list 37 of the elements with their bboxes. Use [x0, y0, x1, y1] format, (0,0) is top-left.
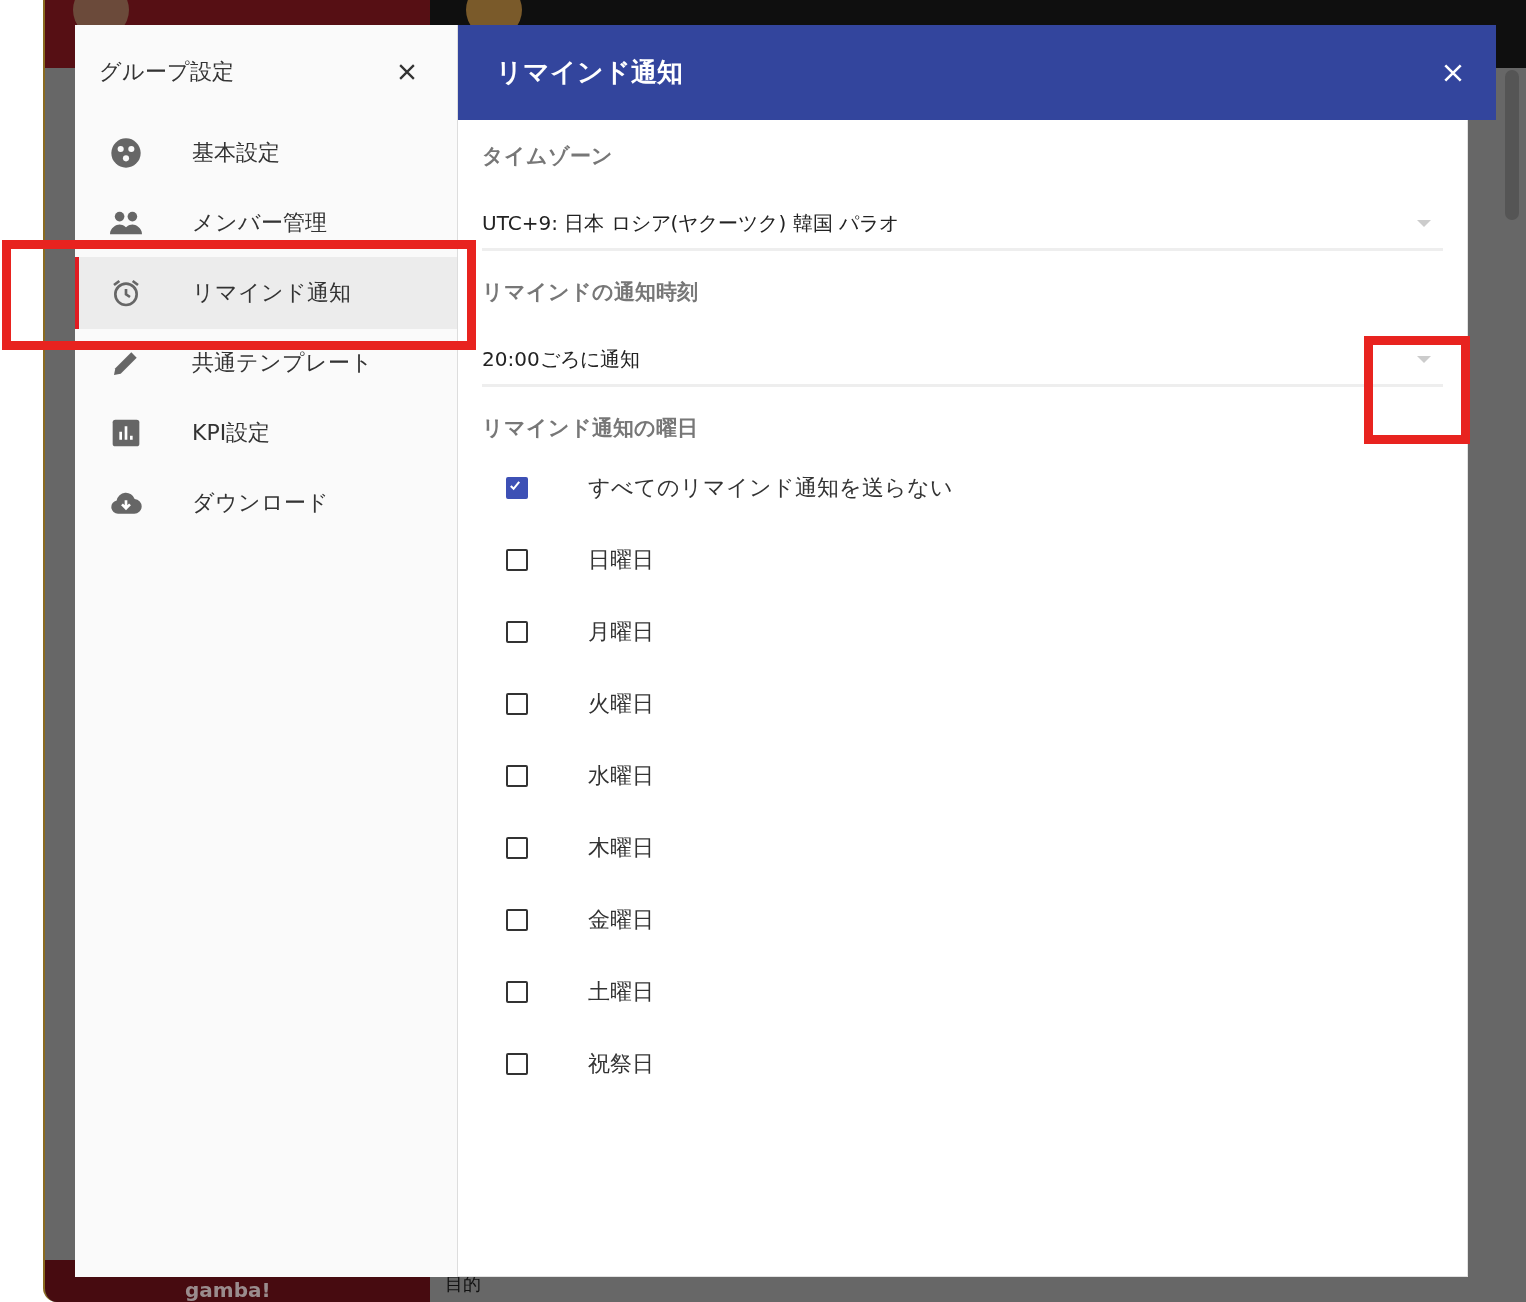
checkbox[interactable] [506, 765, 528, 787]
menu-item[interactable]: 基本設定 [75, 117, 457, 189]
menu-item[interactable]: KPI設定 [75, 397, 457, 469]
menu-item[interactable]: リマインド通知 [75, 257, 457, 329]
checkbox[interactable] [506, 981, 528, 1003]
checkbox-label: 土曜日 [588, 978, 654, 1006]
select-field[interactable]: UTC+9: 日本 ロシア(ヤクーツク) 韓国 パラオ [482, 198, 1443, 251]
close-icon[interactable] [399, 64, 415, 80]
checkbox-label: 火曜日 [588, 690, 654, 718]
checkbox-label: 月曜日 [588, 618, 654, 646]
menu-title: グループ設定 [99, 58, 234, 86]
checkbox[interactable] [506, 837, 528, 859]
chart-icon [110, 417, 142, 449]
select-field[interactable]: 20:00ごろに通知 [482, 334, 1443, 387]
checkbox-label: 水曜日 [588, 762, 654, 790]
logo-text: gamba! [185, 1279, 271, 1301]
checkbox-label: すべてのリマインド通知を送らない [588, 474, 953, 502]
palette-icon [110, 137, 142, 169]
menu-item[interactable]: メンバー管理 [75, 187, 457, 259]
field-label: リマインド通知の曜日 [482, 415, 699, 442]
section-label: 目的 [445, 1273, 481, 1294]
checkbox-label: 祝祭日 [588, 1050, 654, 1078]
checkbox[interactable] [506, 909, 528, 931]
checkbox[interactable] [506, 477, 528, 499]
menu-item[interactable]: 共通テンプレート [75, 327, 457, 399]
checkbox[interactable] [506, 549, 528, 571]
checkbox[interactable] [506, 1053, 528, 1075]
panel-title: リマインド通知 [496, 56, 683, 89]
checkmark-icon [508, 479, 522, 493]
checkbox[interactable] [506, 621, 528, 643]
checkbox[interactable] [506, 693, 528, 715]
menu-item[interactable]: ダウンロード [75, 467, 457, 539]
checkbox-label: 木曜日 [588, 834, 654, 862]
checkbox-label: 日曜日 [588, 546, 654, 574]
field-label: リマインドの通知時刻 [482, 279, 699, 306]
field-label: タイムゾーン [482, 143, 614, 170]
checkbox-label: 金曜日 [588, 906, 654, 934]
